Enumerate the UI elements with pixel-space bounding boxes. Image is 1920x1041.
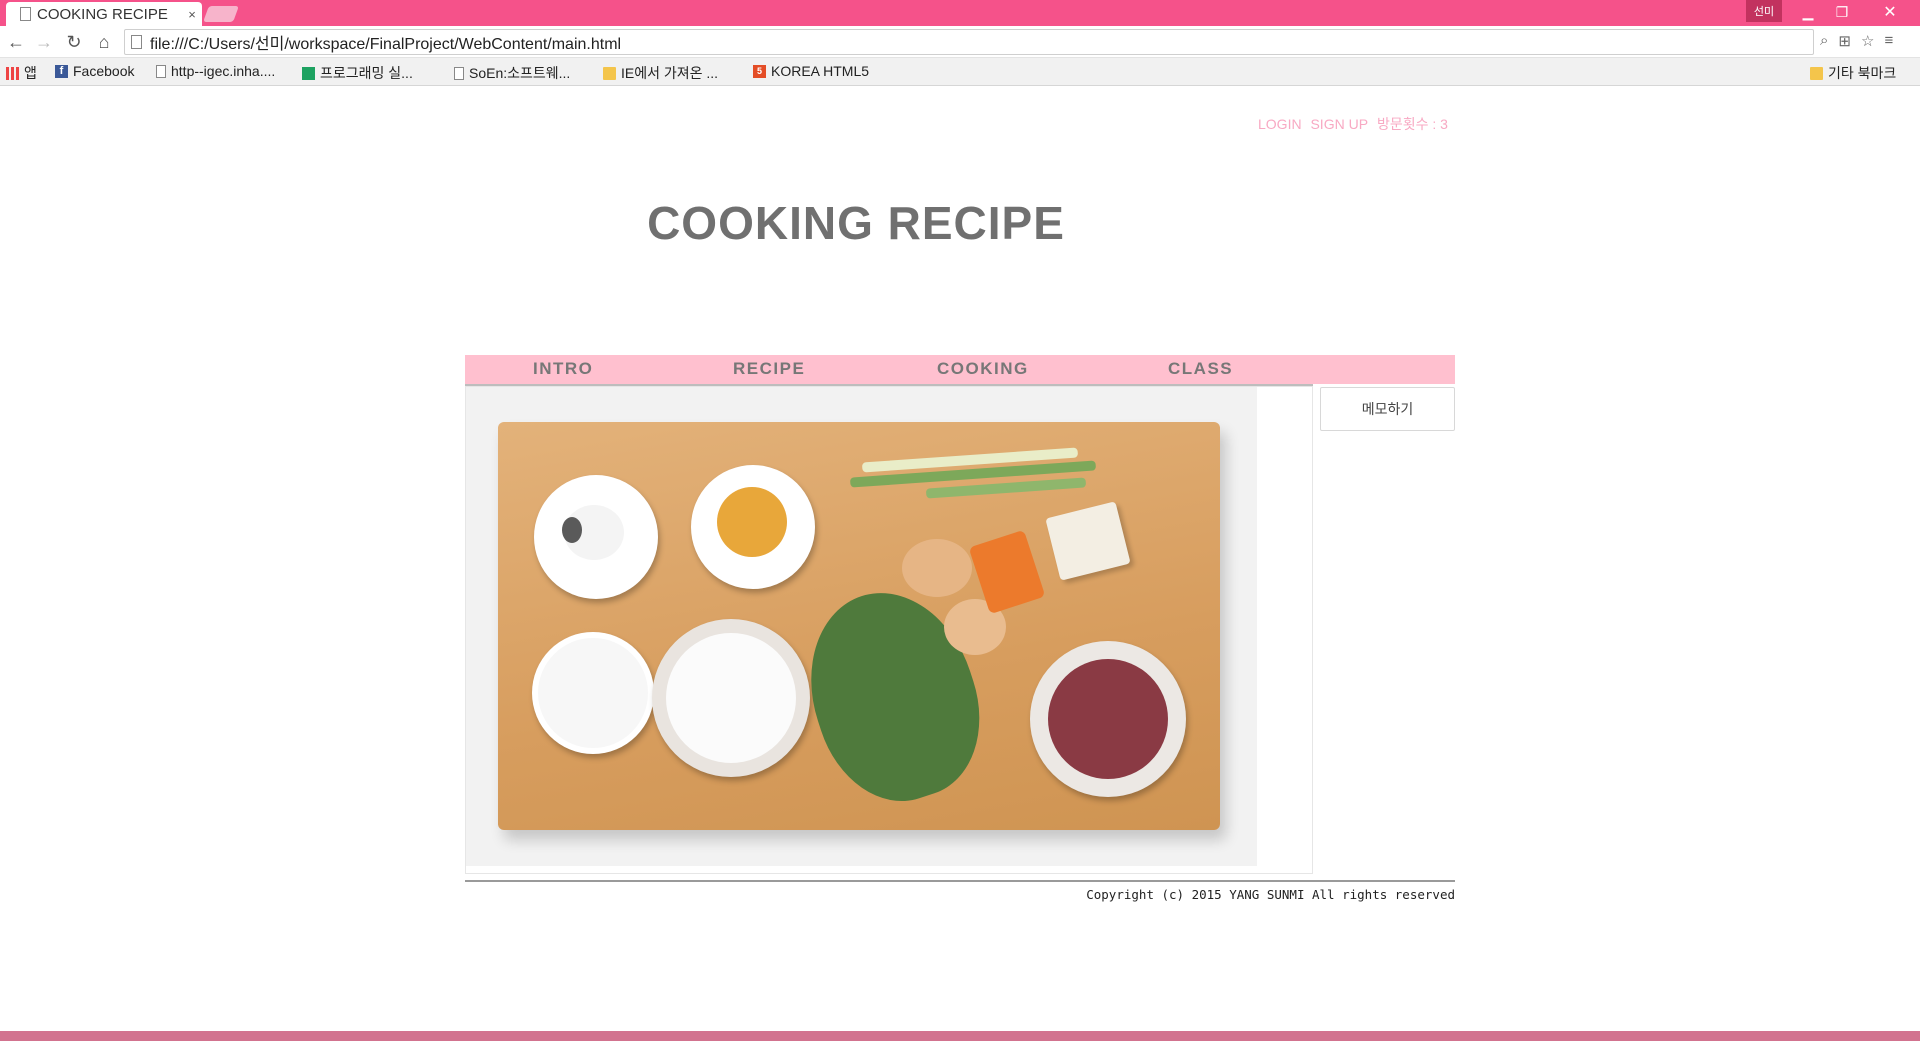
address-bar[interactable]: file:///C:/Users/선미/workspace/FinalProje… bbox=[124, 29, 1814, 55]
browser-titlebar: COOKING RECIPE × 선미 ▁ ❐ ✕ bbox=[0, 0, 1920, 26]
bookmark-label: 앱 bbox=[24, 65, 37, 81]
maximize-icon[interactable]: ❐ bbox=[1822, 0, 1862, 24]
bookmark-apps[interactable]: 앱 bbox=[6, 63, 37, 83]
menu-icon[interactable]: ≡ bbox=[1884, 32, 1893, 50]
bookmarks-bar: 앱 f Facebook http--igec.inha.... 프로그래밍 실… bbox=[0, 58, 1920, 86]
browser-toolbar: ← → ↻ ⌂ file:///C:/Users/선미/workspace/Fi… bbox=[0, 26, 1920, 58]
new-tab-button[interactable] bbox=[203, 6, 239, 22]
salt-bowl bbox=[534, 475, 658, 599]
folder-icon bbox=[1810, 66, 1823, 80]
egg bbox=[902, 539, 972, 597]
bookmark-ie-folder[interactable]: IE에서 가져온 ... bbox=[603, 63, 718, 83]
page-title: COOKING RECIPE bbox=[647, 197, 1065, 249]
address-url: file:///C:/Users/선미/workspace/FinalProje… bbox=[150, 36, 622, 53]
bookmark-soen[interactable]: SoEn:소프트웨... bbox=[454, 63, 570, 83]
tab-title: COOKING RECIPE bbox=[37, 5, 168, 23]
toolbar-icons: ⌕ ⊞ ☆ ≡ bbox=[1820, 32, 1893, 50]
back-arrow-icon[interactable]: ← bbox=[4, 30, 28, 54]
login-link[interactable]: LOGIN bbox=[1258, 116, 1302, 132]
zoom-icon[interactable]: ⌕ bbox=[1820, 32, 1828, 50]
bookmark-label: IE에서 가져온 ... bbox=[621, 65, 719, 81]
bookmark-programming[interactable]: 프로그래밍 실... bbox=[302, 63, 413, 83]
ginger-bowl bbox=[691, 465, 815, 589]
bookmark-label: 프로그래밍 실... bbox=[320, 65, 413, 81]
bookmark-korea-html5[interactable]: 5 KOREA HTML5 bbox=[753, 63, 869, 79]
bookmark-label: Facebook bbox=[73, 63, 135, 79]
browser-tab[interactable]: COOKING RECIPE × bbox=[6, 2, 202, 26]
bookmark-igec[interactable]: http--igec.inha.... bbox=[156, 63, 275, 79]
main-menu: INTRO RECIPE COOKING CLASS bbox=[465, 355, 1455, 384]
menu-item-intro[interactable]: INTRO bbox=[533, 359, 593, 379]
html5-icon: 5 bbox=[753, 64, 766, 78]
visit-count: 방문횟수 : 3 bbox=[1376, 116, 1448, 132]
tab-close-icon[interactable]: × bbox=[182, 7, 202, 22]
facebook-icon: f bbox=[55, 64, 68, 78]
sheet-icon bbox=[302, 66, 315, 80]
copyright-text: Copyright (c) 2015 YANG SUNMI All rights… bbox=[1086, 887, 1455, 902]
forward-arrow-icon[interactable]: → bbox=[32, 30, 56, 54]
flour-bowl bbox=[652, 619, 810, 777]
meat-bowl bbox=[1030, 641, 1186, 797]
bookmark-label: KOREA HTML5 bbox=[771, 63, 870, 79]
bookmark-label: 기타 북마크 bbox=[1828, 65, 1897, 81]
close-window-icon[interactable]: ✕ bbox=[1860, 0, 1920, 24]
top-links: LOGIN SIGN UP 방문횟수 : 3 bbox=[1258, 114, 1453, 134]
bookmark-facebook[interactable]: f Facebook bbox=[55, 63, 134, 79]
water-bowl bbox=[532, 632, 654, 754]
apps-icon bbox=[6, 66, 19, 80]
page-icon bbox=[131, 35, 142, 49]
memo-button[interactable]: 메모하기 bbox=[1320, 387, 1455, 431]
folder-icon bbox=[603, 66, 616, 80]
os-taskbar bbox=[0, 1031, 1920, 1041]
bookmark-label: SoEn:소프트웨... bbox=[469, 65, 571, 81]
bookmark-star-icon[interactable]: ☆ bbox=[1861, 32, 1874, 50]
menu-item-recipe[interactable]: RECIPE bbox=[733, 359, 805, 379]
profile-button[interactable]: 선미 bbox=[1746, 0, 1782, 22]
bookmark-other[interactable]: 기타 북마크 bbox=[1810, 63, 1896, 83]
footer-divider bbox=[465, 880, 1455, 882]
translate-icon[interactable]: ⊞ bbox=[1838, 32, 1851, 50]
menu-item-cooking[interactable]: COOKING bbox=[937, 359, 1029, 379]
page-icon bbox=[454, 66, 464, 80]
ingredients-photo bbox=[466, 387, 1257, 866]
signup-link[interactable]: SIGN UP bbox=[1310, 116, 1368, 132]
page-icon bbox=[156, 64, 166, 78]
document-icon bbox=[20, 7, 31, 21]
bookmark-label: http--igec.inha.... bbox=[171, 63, 276, 79]
home-icon[interactable]: ⌂ bbox=[92, 30, 116, 54]
menu-item-class[interactable]: CLASS bbox=[1168, 359, 1233, 379]
reload-icon[interactable]: ↻ bbox=[62, 30, 86, 54]
